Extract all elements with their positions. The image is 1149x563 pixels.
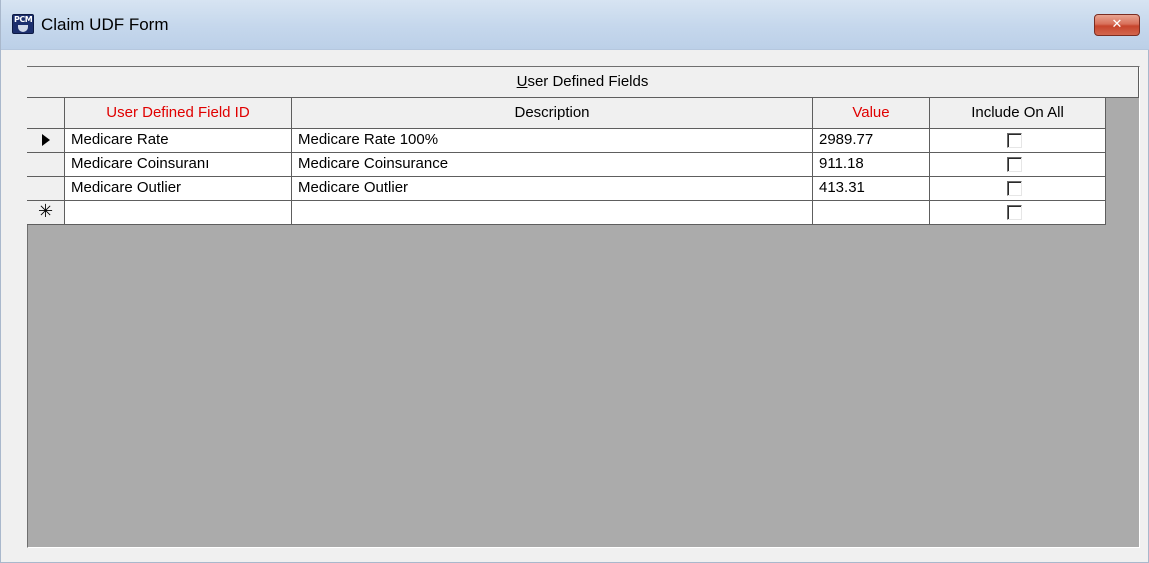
row-selector-new[interactable]: ✳	[27, 201, 65, 225]
close-icon: ✕	[1111, 17, 1123, 32]
new-row-asterisk-icon: ✳	[37, 201, 54, 222]
claim-udf-window: PCM Claim UDF Form ✕ User Defined Fields…	[0, 0, 1149, 563]
grid-caption-text: ser Defined Fields	[527, 73, 649, 90]
app-icon: PCM	[12, 14, 34, 34]
cell-value[interactable]: 413.31	[813, 177, 930, 201]
column-header-description[interactable]: Description	[292, 98, 813, 129]
cell-field-id[interactable]: Medicare Coinsuranı	[65, 153, 292, 177]
cell-description-new[interactable]	[292, 201, 813, 225]
include-on-all-checkbox[interactable]	[1007, 205, 1022, 220]
cell-include-on-all	[930, 129, 1106, 153]
include-on-all-checkbox[interactable]	[1007, 181, 1022, 196]
cell-field-id[interactable]: Medicare Outlier	[65, 177, 292, 201]
cell-description[interactable]: Medicare Coinsurance	[292, 153, 813, 177]
include-on-all-checkbox[interactable]	[1007, 133, 1022, 148]
cell-value-new[interactable]	[813, 201, 930, 225]
cell-include-on-all-new	[930, 201, 1106, 225]
cell-description[interactable]: Medicare Outlier	[292, 177, 813, 201]
grid-caption-accelerator: U	[516, 73, 528, 90]
row-selector[interactable]	[27, 129, 65, 153]
app-icon-text: PCM	[14, 15, 33, 24]
title-bar[interactable]: PCM Claim UDF Form ✕	[1, 0, 1149, 50]
cell-include-on-all	[930, 177, 1106, 201]
column-header-value[interactable]: Value	[813, 98, 930, 129]
app-icon-shield	[18, 25, 28, 32]
close-button[interactable]: ✕	[1094, 14, 1140, 36]
row-selector[interactable]	[27, 177, 65, 201]
grid-caption: User Defined Fields	[27, 67, 1139, 98]
row-selector[interactable]	[27, 153, 65, 177]
header-row-selector[interactable]	[27, 98, 65, 129]
window-title: Claim UDF Form	[41, 15, 169, 34]
cell-include-on-all	[930, 153, 1106, 177]
current-row-arrow-icon	[41, 134, 50, 146]
include-on-all-checkbox[interactable]	[1007, 157, 1022, 172]
column-header-field-id[interactable]: User Defined Field ID	[65, 98, 292, 129]
cell-description[interactable]: Medicare Rate 100%	[292, 129, 813, 153]
cell-field-id[interactable]: Medicare Rate	[65, 129, 292, 153]
cell-field-id-new[interactable]	[65, 201, 292, 225]
cell-value[interactable]: 2989.77	[813, 129, 930, 153]
column-header-include-on-all[interactable]: Include On All	[930, 98, 1106, 129]
cell-value[interactable]: 911.18	[813, 153, 930, 177]
